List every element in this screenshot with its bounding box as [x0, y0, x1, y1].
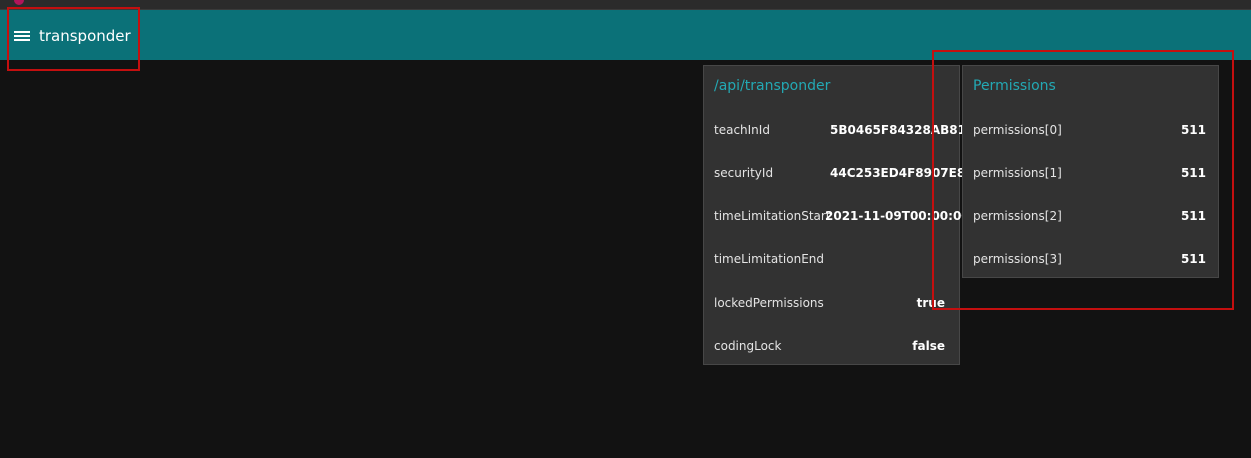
row-key: permissions[3]	[973, 252, 1062, 266]
app-title: transponder	[39, 27, 131, 45]
hamburger-menu-icon[interactable]	[14, 31, 30, 41]
row-value: 2021-11-09T00:00:00Z	[825, 209, 979, 223]
row-value: 44C253ED4F8907E8	[830, 166, 966, 180]
row-lockedpermissions: lockedPermissions true	[714, 293, 957, 313]
row-value: 5B0465F84328AB81	[830, 123, 966, 137]
row-value: 511	[1180, 252, 1206, 266]
row-permission-2: permissions[2] 511	[973, 206, 1206, 226]
row-key: permissions[0]	[973, 123, 1062, 137]
row-key: permissions[2]	[973, 209, 1062, 223]
row-key: teachInId	[714, 123, 770, 137]
row-key: timeLimitationStart	[714, 209, 831, 223]
app-indicator-icon	[14, 0, 24, 5]
row-value: 511	[1180, 166, 1206, 180]
row-timelimitationend: timeLimitationEnd	[714, 249, 957, 269]
row-timelimitationstart: timeLimitationStart 2021-11-09T00:00:00Z	[714, 206, 978, 226]
row-permission-1: permissions[1] 511	[973, 163, 1206, 183]
row-securityid: securityId 44C253ED4F8907E8	[714, 163, 965, 183]
permissions-card-title: Permissions	[973, 78, 1056, 94]
row-value: 511	[1180, 123, 1206, 137]
row-key: timeLimitationEnd	[714, 252, 825, 266]
row-permission-0: permissions[0] 511	[973, 120, 1206, 140]
row-codinglock: codingLock false	[714, 336, 957, 356]
window-top-strip	[0, 0, 1251, 10]
row-value: false	[912, 339, 945, 353]
row-permission-3: permissions[3] 511	[973, 249, 1206, 269]
transponder-card: /api/transponder teachInId 5B0465F84328A…	[703, 65, 978, 365]
row-value: 511	[1180, 209, 1206, 223]
row-teachinid: teachInId 5B0465F84328AB81	[714, 120, 966, 140]
row-key: lockedPermissions	[714, 296, 824, 310]
transponder-card-title: /api/transponder	[714, 78, 831, 94]
row-key: permissions[1]	[973, 166, 1062, 180]
app-bar: transponder	[0, 10, 1251, 60]
row-value: true	[916, 296, 945, 310]
permissions-card: Permissions permissions[0] 511 permissio…	[962, 65, 1219, 278]
row-key: securityId	[714, 166, 774, 180]
row-key: codingLock	[714, 339, 782, 353]
